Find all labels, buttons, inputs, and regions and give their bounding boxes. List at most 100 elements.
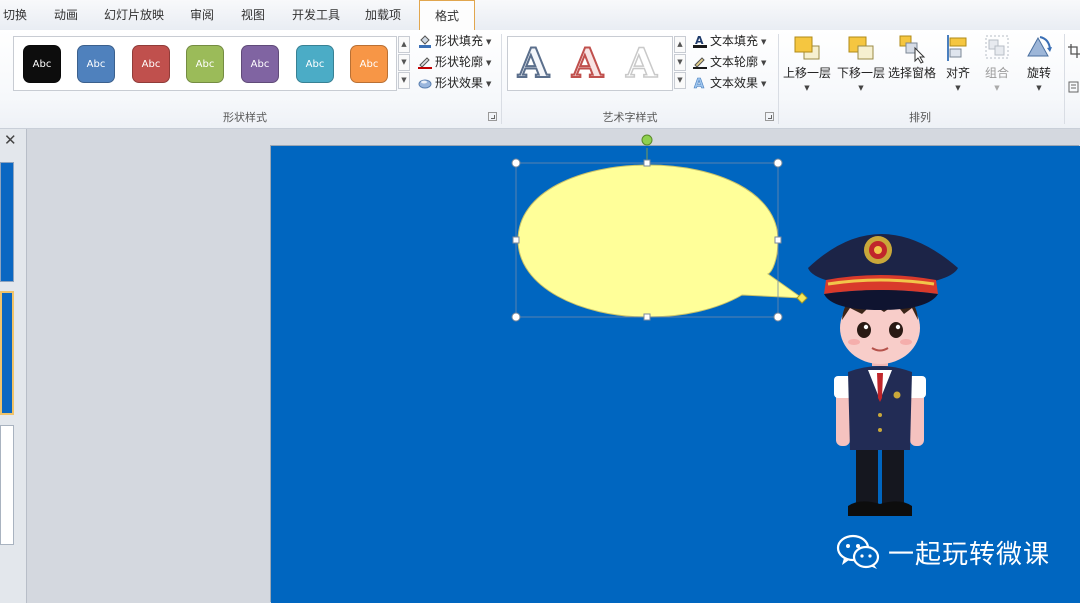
wordart-styles-launcher-icon[interactable] [765,112,774,121]
shape-gallery-scroll: ▲ ▼ ▼ [398,36,410,91]
tab-format[interactable]: 格式 [419,0,475,31]
chevron-down-icon: ▼ [994,84,1000,92]
group-objects-icon [982,32,1012,64]
swatch-label: Abc [359,59,379,70]
shape-effects-icon [418,79,432,89]
svg-text:A: A [694,77,704,90]
close-pane-icon[interactable]: ✕ [4,133,17,148]
rotate-label: 旋转 [1026,66,1051,80]
bring-forward-icon [792,32,822,64]
swatch-label: Abc [305,59,325,70]
slide-thumbnail-3[interactable] [0,425,14,545]
send-backward-button[interactable]: 下移一层 ▼ [836,32,886,94]
resize-handle[interactable] [773,158,783,168]
resize-handle[interactable] [643,313,651,321]
wechat-icon [836,534,880,569]
wordart-more-button[interactable]: ▼ [674,72,686,89]
tab-view[interactable]: 视图 [241,0,265,30]
send-backward-label: 下移一层 [836,66,885,80]
size-icon[interactable] [1068,80,1080,94]
shape-style-swatch[interactable]: Abc [296,45,334,83]
shape-fill-label: 形状填充 [435,34,484,48]
shape-effects-label: 形状效果 [435,76,484,90]
pencil-icon [693,57,707,69]
wordart-style-white[interactable]: A [625,40,658,88]
resize-handle[interactable] [773,312,783,322]
text-effects-button[interactable]: A 文本效果 ▼ [693,74,767,93]
slides-thumbnail-pane: ✕ [0,129,27,603]
tab-animations[interactable]: 动画 [54,0,78,30]
gallery-more-button[interactable]: ▼ [398,72,410,89]
chevron-down-icon: ▼ [1036,84,1042,92]
tab-review[interactable]: 审阅 [190,0,214,30]
gallery-up-button[interactable]: ▲ [398,36,410,53]
wordart-style-outline-red[interactable]: A [571,40,604,88]
align-icon [943,32,973,64]
wechat-watermark: 一起玩转微课 [836,532,1050,572]
shape-styles-gallery: Abc Abc Abc Abc Abc Abc Abc [13,36,397,91]
group-label-shape-styles: 形状样式 [223,111,267,124]
shape-style-swatch[interactable]: Abc [77,45,115,83]
group-divider [1064,34,1065,124]
selection-pane-icon [897,32,927,64]
chevron-down-icon: ▼ [858,84,864,92]
shape-outline-button[interactable]: 形状轮廓 ▼ [418,53,491,72]
resize-handle[interactable] [774,236,782,244]
text-fill-label: 文本填充 [710,34,759,48]
group-objects-button[interactable]: 组合 ▼ [980,32,1014,94]
shape-outline-label: 形状轮廓 [435,55,484,69]
shape-styles-launcher-icon[interactable] [488,112,497,121]
crop-icon[interactable] [1068,44,1080,58]
shape-style-swatch[interactable]: Abc [186,45,224,83]
rotation-handle[interactable] [641,134,653,146]
rotate-icon [1024,32,1054,64]
wordart-style-outline-blue[interactable]: A [517,40,550,88]
watermark-text: 一起玩转微课 [888,539,1051,570]
selection-pane-label: 选择窗格 [888,66,937,80]
text-effects-icon: A [694,77,705,90]
tab-developer[interactable]: 开发工具 [292,0,340,30]
swatch-label: Abc [86,59,106,70]
pencil-icon [418,57,432,69]
conductor-cartoon-image[interactable] [800,210,970,525]
wordart-gallery-scroll: ▲ ▼ ▼ [674,36,686,91]
group-objects-label: 组合 [984,66,1009,80]
chevron-down-icon: ▼ [955,84,961,92]
ribbon-tab-bar: 切换 动画 幻灯片放映 审阅 视图 开发工具 加载项 格式 [0,0,1080,31]
wordart-down-button[interactable]: ▼ [674,54,686,71]
text-effects-label: 文本效果 [710,76,759,90]
resize-handle[interactable] [511,312,521,322]
text-fill-icon: A [693,34,707,48]
shape-style-swatch[interactable]: Abc [241,45,279,83]
resize-handle[interactable] [512,236,520,244]
group-divider [501,34,502,124]
wordart-up-button[interactable]: ▲ [674,36,686,53]
resize-handle[interactable] [643,159,651,167]
rotate-button[interactable]: 旋转 ▼ [1021,32,1057,94]
text-outline-button[interactable]: 文本轮廓 ▼ [693,53,766,72]
align-button[interactable]: 对齐 ▼ [941,32,975,94]
tab-addins[interactable]: 加载项 [365,0,401,30]
shape-style-swatch[interactable]: Abc [23,45,61,83]
send-backward-icon [846,32,876,64]
shape-style-swatch[interactable]: Abc [350,45,388,83]
gallery-down-button[interactable]: ▼ [398,54,410,71]
bring-forward-button[interactable]: 上移一层 ▼ [782,32,832,94]
text-outline-label: 文本轮廓 [710,55,759,69]
shape-fill-button[interactable]: 形状填充 ▼ [418,32,491,51]
tab-transitions[interactable]: 切换 [3,0,27,30]
wordart-styles-gallery: A A A [507,36,673,91]
shape-style-swatch[interactable]: Abc [132,45,170,83]
tab-slideshow[interactable]: 幻灯片放映 [104,0,164,30]
text-fill-button[interactable]: A 文本填充 ▼ [693,32,766,51]
align-label: 对齐 [945,66,970,80]
shape-effects-button[interactable]: 形状效果 ▼ [418,74,491,93]
group-label-arrange: 排列 [909,111,931,124]
resize-handle[interactable] [511,158,521,168]
swatch-label: Abc [195,59,215,70]
group-divider [778,34,779,124]
speech-callout-shape[interactable] [510,132,810,324]
selection-pane-button[interactable]: 选择窗格 [888,32,936,82]
slide-thumbnail-2-selected[interactable] [0,291,14,415]
slide-thumbnail-1[interactable] [0,162,14,282]
